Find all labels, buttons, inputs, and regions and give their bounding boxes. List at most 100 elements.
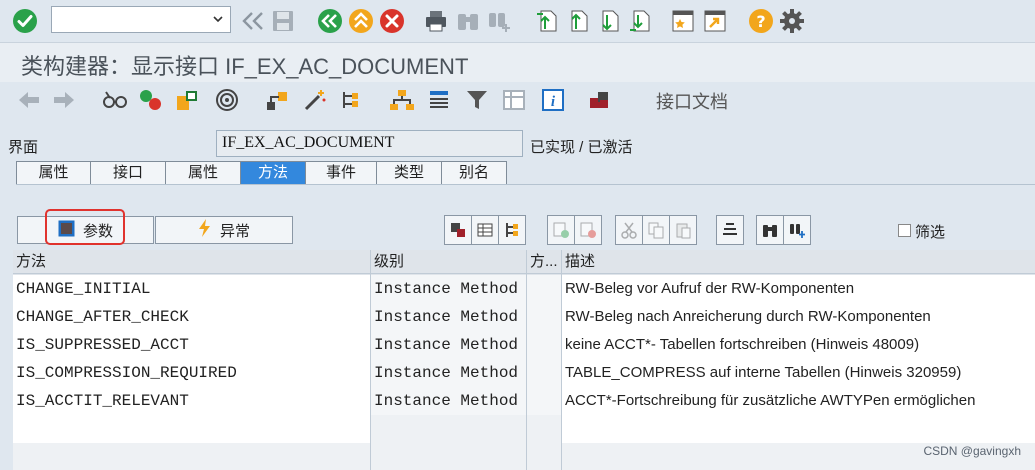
hierarchy-user-icon[interactable] xyxy=(264,88,290,112)
lightning-icon xyxy=(198,219,212,241)
level-cell[interactable]: Instance Method xyxy=(371,303,526,331)
description-cell[interactable]: RW-Beleg vor Aufruf der RW-Komponenten xyxy=(562,275,1035,303)
collapse-double-chevron-icon[interactable] xyxy=(240,9,266,33)
layout-lines-icon[interactable] xyxy=(426,88,452,112)
tab-interfaces[interactable]: 接口 xyxy=(90,161,166,184)
exit-up-icon[interactable] xyxy=(348,8,374,34)
title-bar: 类构建器：显示接口 IF_EX_AC_DOCUMENT xyxy=(0,42,1035,82)
table-row[interactable]: IS_COMPRESSION_REQUIRED Instance Method … xyxy=(13,359,1035,387)
previous-page-icon[interactable] xyxy=(564,8,590,34)
search-binoculars-icon[interactable] xyxy=(756,215,784,245)
direction-cell[interactable] xyxy=(527,387,561,415)
tab-aliases[interactable]: 别名 xyxy=(441,161,507,184)
search-next-icon[interactable] xyxy=(783,215,811,245)
description-cell[interactable]: keine ACCT*- Tabellen fortschreiben (Hin… xyxy=(562,331,1035,359)
table-header: 方法 级别 方... 描述 xyxy=(13,250,1035,274)
columns-layout-icon[interactable] xyxy=(501,88,527,112)
interface-name-field[interactable]: IF_EX_AC_DOCUMENT xyxy=(216,130,523,157)
column-divider[interactable] xyxy=(526,250,527,470)
where-used-list-icon[interactable] xyxy=(174,88,200,112)
description-cell[interactable]: RW-Beleg nach Anreicherung durch RW-Komp… xyxy=(562,303,1035,331)
level-cell[interactable]: Instance Method xyxy=(371,275,526,303)
column-divider[interactable] xyxy=(561,250,562,470)
table-row[interactable]: IS_SUPPRESSED_ACCT Instance Method keine… xyxy=(13,331,1035,359)
grid-toolbar-rows xyxy=(547,215,602,245)
navigation-arrows-icon[interactable] xyxy=(340,88,366,112)
direction-cell[interactable] xyxy=(527,275,561,303)
navigate-icon[interactable] xyxy=(498,215,526,245)
interface-label: 界面 xyxy=(8,139,39,156)
filter-checkbox[interactable] xyxy=(898,224,911,237)
column-header-description[interactable]: 描述 xyxy=(562,250,1035,274)
cut-icon[interactable] xyxy=(615,215,643,245)
table-row[interactable]: IS_ACCTIT_RELEVANT Instance Method ACCT*… xyxy=(13,387,1035,415)
find-binoculars-icon[interactable] xyxy=(455,8,481,34)
method-cell[interactable]: IS_ACCTIT_RELEVANT xyxy=(13,387,370,415)
chevron-down-icon[interactable] xyxy=(210,11,226,28)
command-field[interactable] xyxy=(51,6,231,33)
enhancement-puzzle-icon[interactable] xyxy=(586,88,614,112)
activate-icon[interactable] xyxy=(138,88,164,112)
column-header-level[interactable]: 级别 xyxy=(371,250,526,274)
arrow-right-icon[interactable] xyxy=(52,89,76,111)
paste-icon[interactable] xyxy=(669,215,697,245)
align-center-icon[interactable] xyxy=(716,215,744,245)
highlight-box xyxy=(45,209,125,245)
save-icon[interactable] xyxy=(270,8,296,34)
bookmark-star-icon[interactable] xyxy=(670,8,696,34)
hierarchy-tree-icon[interactable] xyxy=(388,88,416,112)
column-header-direction[interactable]: 方... xyxy=(527,250,561,274)
info-icon[interactable]: i xyxy=(540,88,566,112)
direction-cell[interactable] xyxy=(527,303,561,331)
help-icon[interactable]: ? xyxy=(748,8,774,34)
tab-properties[interactable]: 属性 xyxy=(16,161,91,184)
level-cell[interactable]: Instance Method xyxy=(371,331,526,359)
copy-icon[interactable] xyxy=(642,215,670,245)
method-cell[interactable]: CHANGE_AFTER_CHECK xyxy=(13,303,370,331)
interface-editor: 界面 IF_EX_AC_DOCUMENT 已实现 / 已激活 属性 接口 属性 … xyxy=(0,118,1035,470)
find-next-icon[interactable] xyxy=(486,8,512,34)
method-cell[interactable]: IS_SUPPRESSED_ACCT xyxy=(13,331,370,359)
interface-documentation-button[interactable]: 接口文档 xyxy=(656,88,728,114)
tab-events[interactable]: 事件 xyxy=(305,161,377,184)
tab-types[interactable]: 类型 xyxy=(376,161,442,184)
insert-row-icon[interactable] xyxy=(547,215,575,245)
settings-gear-icon[interactable] xyxy=(779,8,805,34)
column-header-method[interactable]: 方法 xyxy=(13,250,370,274)
generate-shortcut-icon[interactable] xyxy=(702,8,728,34)
column-divider[interactable] xyxy=(370,250,371,470)
first-page-icon[interactable] xyxy=(533,8,559,34)
method-cell[interactable]: CHANGE_INITIAL xyxy=(13,275,370,303)
delete-row-icon[interactable] xyxy=(574,215,602,245)
methods-table: 方法 级别 方... 描述 CHANGE_INITIAL Instance Me… xyxy=(13,250,1035,470)
table-row[interactable]: CHANGE_AFTER_CHECK Instance Method RW-Be… xyxy=(13,303,1035,331)
description-cell[interactable]: TABLE_COMPRESS auf interne Tabellen (Hin… xyxy=(562,359,1035,387)
cancel-icon[interactable] xyxy=(379,8,405,34)
tab-attributes[interactable]: 属性 xyxy=(165,161,241,184)
filter-funnel-icon[interactable] xyxy=(464,88,490,112)
exceptions-button[interactable]: 异常 xyxy=(155,216,293,244)
direction-cell[interactable] xyxy=(527,359,561,387)
empty-row[interactable] xyxy=(13,443,1035,470)
table-row[interactable]: CHANGE_INITIAL Instance Method RW-Beleg … xyxy=(13,275,1035,303)
level-cell[interactable]: Instance Method xyxy=(371,359,526,387)
enter-check-icon[interactable] xyxy=(12,8,38,34)
command-input[interactable] xyxy=(54,9,204,30)
level-cell[interactable]: Instance Method xyxy=(371,387,526,415)
object-list-spiral-icon[interactable] xyxy=(214,88,240,112)
magic-wand-icon[interactable] xyxy=(302,88,328,112)
back-icon[interactable] xyxy=(317,8,343,34)
method-cell[interactable]: IS_COMPRESSION_REQUIRED xyxy=(13,359,370,387)
display-change-glasses-icon[interactable] xyxy=(102,88,128,112)
system-toolbar: ? xyxy=(0,0,1035,42)
table-view-icon[interactable] xyxy=(471,215,499,245)
next-page-icon[interactable] xyxy=(595,8,621,34)
print-icon[interactable] xyxy=(423,8,449,34)
detail-icon[interactable] xyxy=(444,215,472,245)
tab-methods[interactable]: 方法 xyxy=(240,161,306,184)
description-cell[interactable]: ACCT*-Fortschreibung für zusätzliche AWT… xyxy=(562,387,1035,415)
empty-row[interactable] xyxy=(13,415,1035,443)
last-page-icon[interactable] xyxy=(626,8,652,34)
arrow-left-icon[interactable] xyxy=(17,89,41,111)
direction-cell[interactable] xyxy=(527,331,561,359)
